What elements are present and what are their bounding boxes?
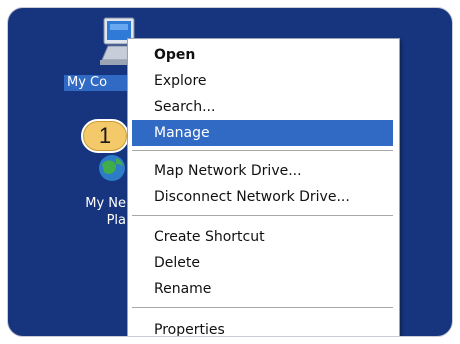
menu-item-disconnect-network-drive[interactable]: Disconnect Network Drive... <box>128 184 399 210</box>
my-computer-label[interactable]: My Co <box>64 75 128 91</box>
context-menu: Open Explore Search... Manage Map Networ… <box>127 38 400 336</box>
menu-item-map-network-drive[interactable]: Map Network Drive... <box>128 158 399 184</box>
menu-separator <box>132 150 393 151</box>
screenshot-frame: My Co My Ne Pla 1 Open Explore Search...… <box>0 0 460 344</box>
menu-item-rename[interactable]: Rename <box>128 276 399 302</box>
menu-item-search[interactable]: Search... <box>128 94 399 120</box>
menu-separator <box>132 307 393 308</box>
desktop[interactable]: My Co My Ne Pla 1 Open Explore Search...… <box>7 7 453 337</box>
my-network-places-label-line2[interactable]: Pla <box>94 213 126 229</box>
menu-item-open[interactable]: Open <box>128 42 399 68</box>
my-network-places-label-line1[interactable]: My Ne <box>74 196 126 212</box>
menu-separator <box>132 215 393 216</box>
menu-item-explore[interactable]: Explore <box>128 68 399 94</box>
step-number-badge: 1 <box>81 119 129 153</box>
menu-item-manage[interactable]: Manage <box>132 120 393 146</box>
menu-item-create-shortcut[interactable]: Create Shortcut <box>128 224 399 250</box>
my-network-places-icon[interactable] <box>94 148 130 184</box>
menu-item-delete[interactable]: Delete <box>128 250 399 276</box>
menu-item-properties[interactable]: Properties <box>128 317 399 336</box>
